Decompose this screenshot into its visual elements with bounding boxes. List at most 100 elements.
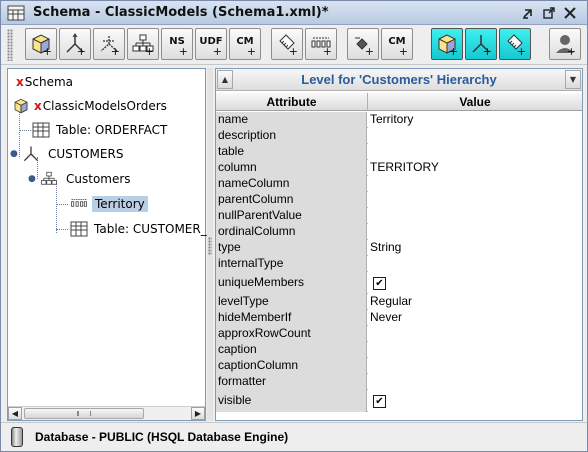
title-bar[interactable]: Schema - ClassicModels (Schema1.xml)* [1,1,587,25]
dropdown-icon[interactable]: ▼ [565,70,581,89]
add-virtual-dimension-button[interactable]: + [465,28,497,60]
attribute-value[interactable] [368,342,582,358]
expand-toggle-icon[interactable]: ● [10,149,20,159]
attribute-value[interactable] [368,192,582,208]
scroll-thumb[interactable] [24,408,144,419]
table-row[interactable]: nameColumn [216,176,582,192]
toolbar-grip[interactable] [7,29,13,61]
database-icon [11,427,23,447]
table-row[interactable]: table [216,144,582,160]
table-row[interactable]: hideMemberIf Never [216,310,582,326]
add-dimension-usage-button[interactable]: + [93,28,125,60]
add-udf-button[interactable]: UDF + [195,28,227,60]
table-icon [70,221,88,237]
expand-toggle-icon[interactable]: ● [28,174,38,184]
tree-item-label: Table: CUSTOMER_ [94,222,207,236]
add-named-set-button[interactable]: NS + [161,28,193,60]
attribute-value[interactable] [368,128,582,144]
attribute-name: parentColumn [216,192,367,208]
tree-item-level-territory[interactable]: Territory [68,194,148,214]
table-row[interactable]: name Territory [216,112,582,128]
table-row[interactable]: internalType [216,256,582,272]
attribute-value[interactable] [368,326,582,342]
status-bar: Database - PUBLIC (HSQL Database Engine) [1,422,587,451]
maximize-icon[interactable] [542,6,556,20]
table-row[interactable]: parentColumn [216,192,582,208]
collapse-left-icon[interactable]: ▲ [217,70,233,89]
table-row[interactable]: ordinalColumn [216,224,582,240]
table-row[interactable]: visible ✔ [216,390,582,412]
scroll-left-icon[interactable]: ◀ [8,407,22,420]
add-dimension-button[interactable]: + [59,28,91,60]
table-row[interactable]: description [216,128,582,144]
attribute-name: hideMemberIf [216,310,367,326]
add-virtual-measure-button[interactable]: + [499,28,531,60]
attribute-name: formatter [216,374,367,390]
close-icon[interactable] [563,6,577,20]
attribute-value[interactable] [368,224,582,240]
attribute-name: captionColumn [216,358,367,374]
checkbox-checked[interactable]: ✔ [373,395,386,408]
checkbox-checked[interactable]: ✔ [373,277,386,290]
table-row[interactable]: caption [216,342,582,358]
attribute-value[interactable]: Regular [368,294,582,310]
table-row[interactable]: approxRowCount [216,326,582,342]
tree-item-label: Schema [24,75,73,89]
add-calculated-member-button[interactable]: CM + [229,28,261,60]
attribute-value[interactable]: Never [368,310,582,326]
add-role-button[interactable]: + [549,28,581,60]
schema-tree[interactable]: x Schema x ClassicModelsOrders Table: OR… [7,68,207,421]
status-text: Database - PUBLIC (HSQL Database Engine) [35,430,289,444]
tree-item-dimension-customers[interactable]: ● CUSTOMERS [10,144,123,164]
x-marker: x [16,75,24,89]
attribute-value[interactable]: Territory [368,112,582,128]
tree-item-label: CUSTOMERS [48,147,124,161]
attribute-name: column [216,160,367,176]
attribute-value[interactable]: TERRITORY [368,160,582,176]
attribute-value[interactable] [368,256,582,272]
attribute-value[interactable] [368,176,582,192]
column-header-attribute[interactable]: Attribute [216,93,368,111]
tree-item-label: Customers [66,172,131,186]
tree-item-hierarchy-customers[interactable]: ● Customers [28,169,131,189]
column-header-value[interactable]: Value [368,93,582,111]
tree-item-cube[interactable]: x ClassicModelsOrders [12,96,167,116]
scroll-right-icon[interactable]: ▶ [191,407,205,420]
attribute-value[interactable] [368,358,582,374]
attribute-value[interactable]: String [368,240,582,256]
tree-item-schema[interactable]: x Schema [16,72,73,92]
attribute-value[interactable]: ✔ [368,390,582,412]
tree-item-table-orderfact[interactable]: Table: ORDERFACT [32,120,167,140]
schema-icon [7,5,25,21]
tree-item-label: Territory [92,196,148,212]
add-cube-button[interactable]: + [25,28,57,60]
add-property-button[interactable]: + [347,28,379,60]
attribute-name: uniqueMembers [216,272,367,294]
tree-item-table-customer[interactable]: Table: CUSTOMER_ [70,219,207,239]
attribute-value[interactable] [368,144,582,160]
add-virtual-cube-button[interactable]: + [431,28,463,60]
add-measure-button[interactable]: + [271,28,303,60]
splitter-grip[interactable] [208,237,212,255]
attribute-name: nullParentValue [216,208,367,224]
add-level-button[interactable]: + [305,28,337,60]
add-calculated-member-2-button[interactable]: CM + [381,28,413,60]
attribute-name: type [216,240,367,256]
table-row[interactable]: column TERRITORY [216,160,582,176]
attribute-value[interactable] [368,374,582,390]
attribute-name: description [216,128,367,144]
detail-pane: ▲ Level for 'Customers' Hierarchy ▼ Attr… [215,68,583,421]
table-row[interactable]: captionColumn [216,358,582,374]
restore-icon[interactable] [521,6,535,20]
attribute-value[interactable] [368,208,582,224]
table-row[interactable]: levelType Regular [216,294,582,310]
attribute-value[interactable]: ✔ [368,272,582,294]
table-row[interactable]: nullParentValue [216,208,582,224]
add-hierarchy-button[interactable]: + [127,28,159,60]
attribute-name: approxRowCount [216,326,367,342]
table-row[interactable]: uniqueMembers ✔ [216,272,582,294]
tree-horizontal-scrollbar[interactable]: ◀ ▶ [8,406,205,420]
table-row[interactable]: type String [216,240,582,256]
attribute-name: levelType [216,294,367,310]
table-row[interactable]: formatter [216,374,582,390]
